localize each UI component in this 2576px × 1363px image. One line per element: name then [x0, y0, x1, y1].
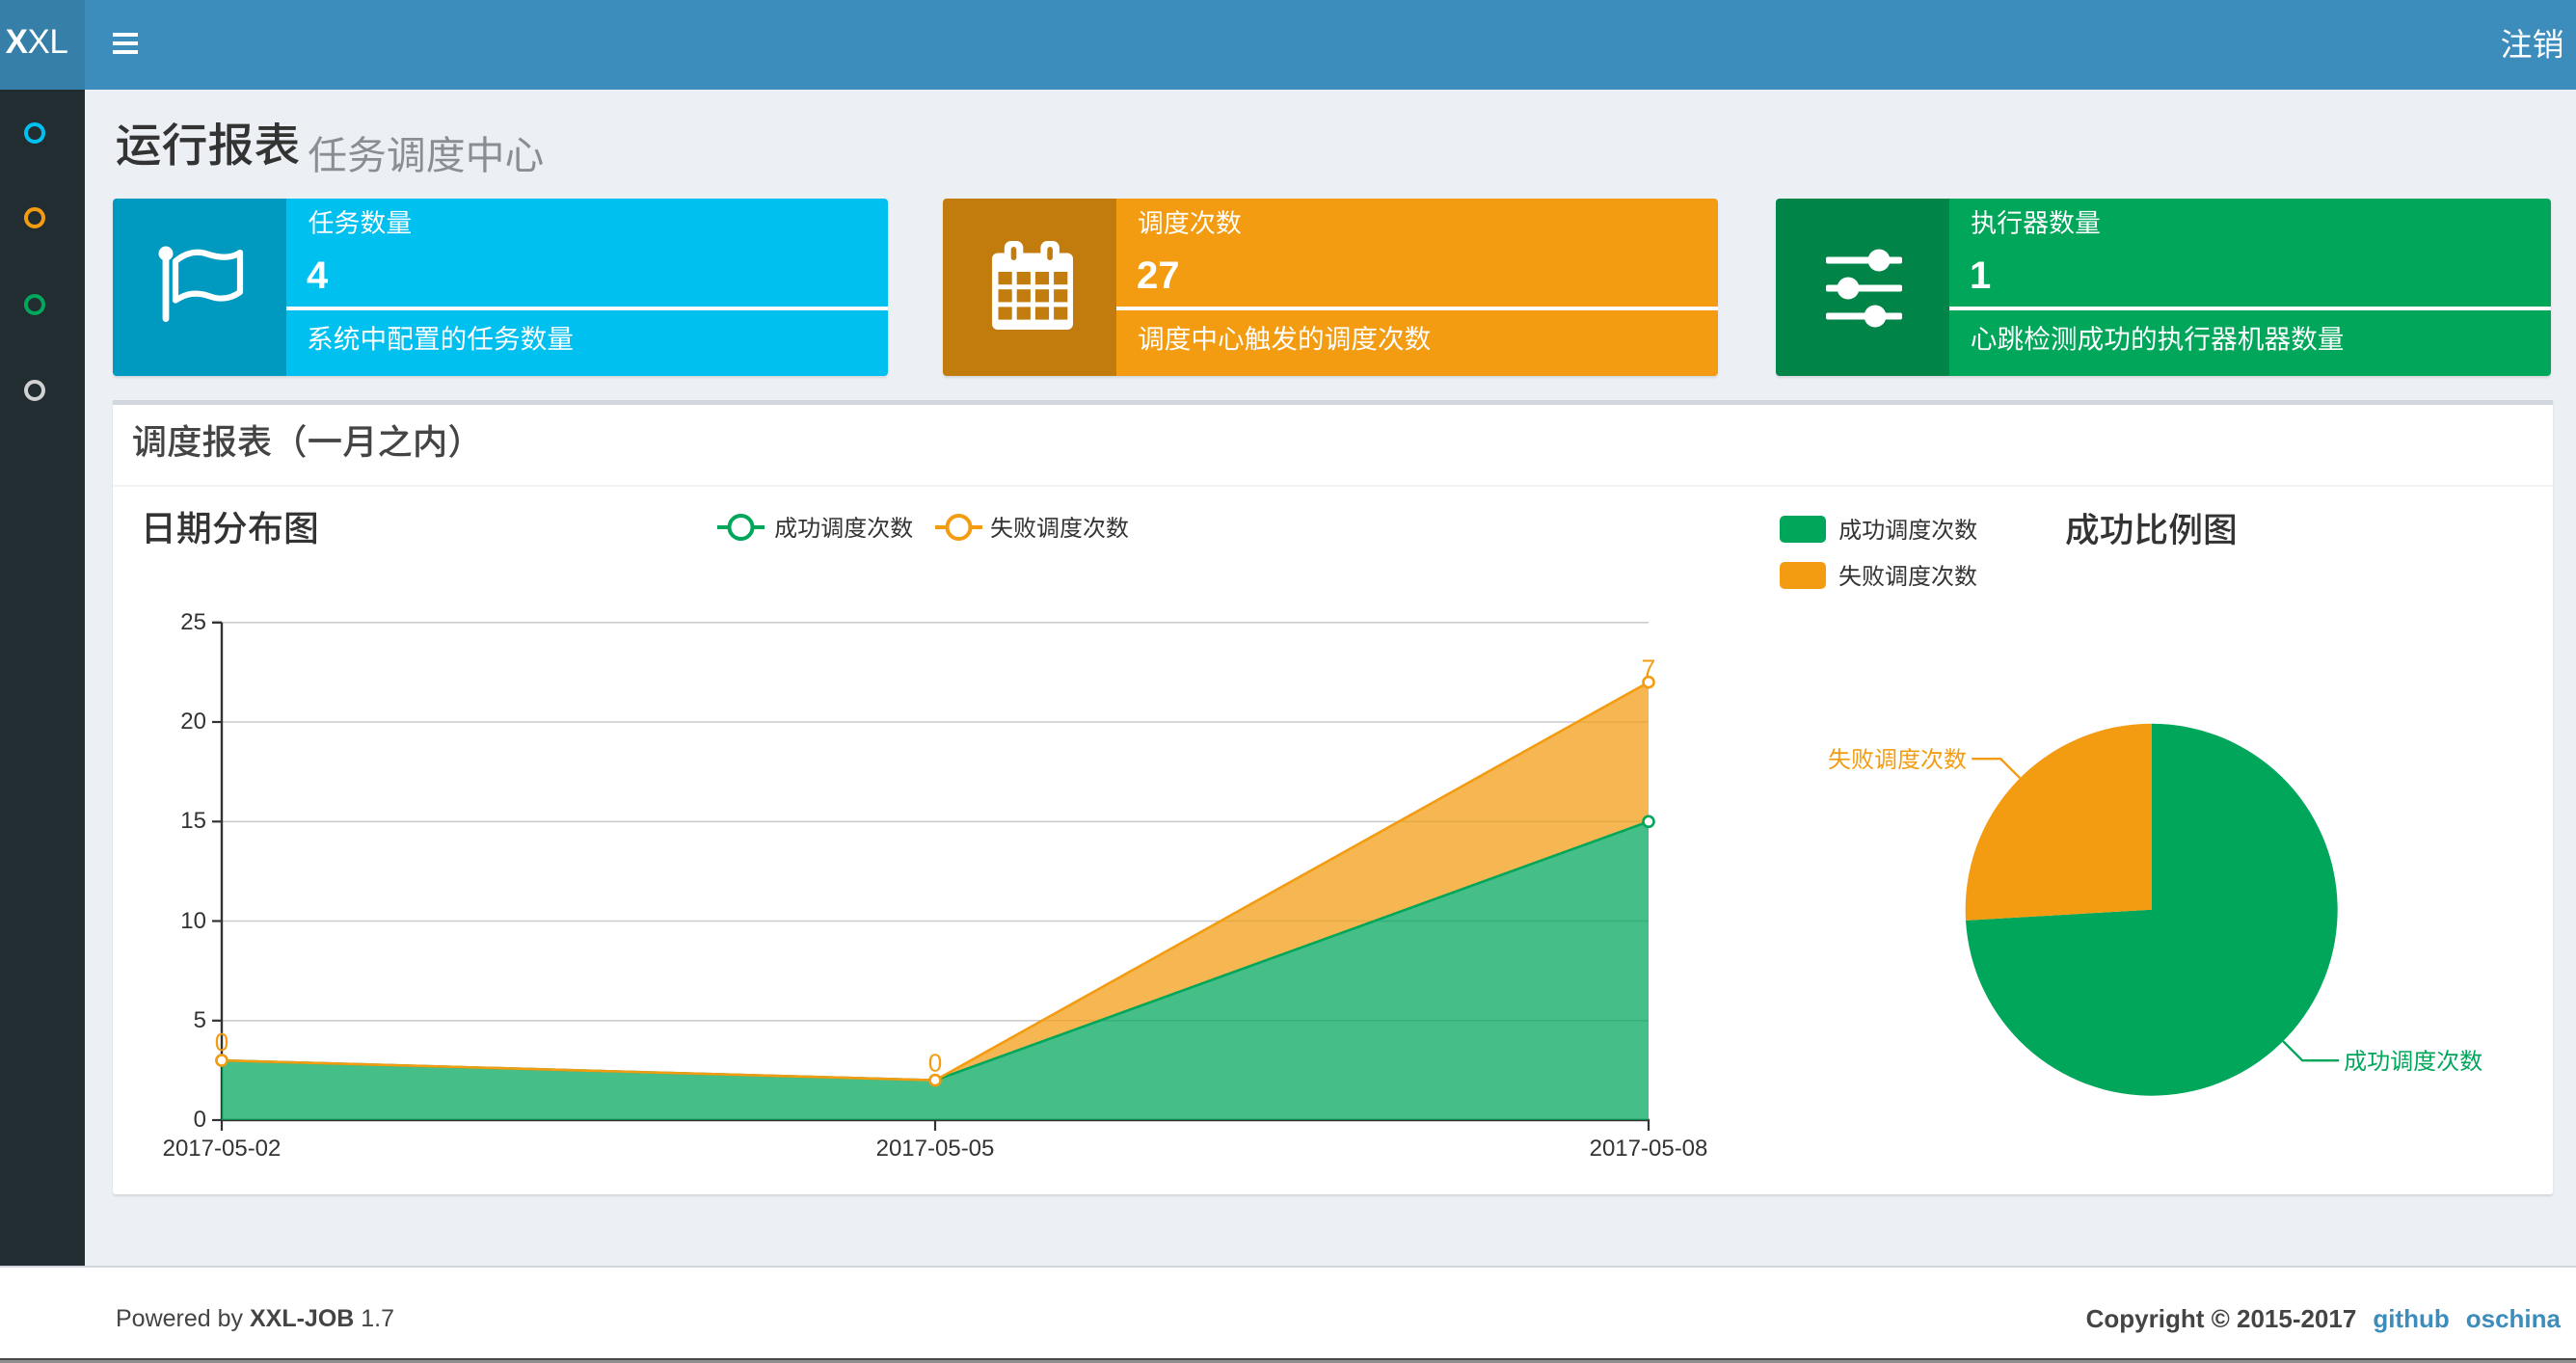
svg-text:0: 0	[215, 1028, 228, 1056]
svg-text:7: 7	[1642, 655, 1655, 683]
svg-text:0: 0	[928, 1049, 942, 1078]
